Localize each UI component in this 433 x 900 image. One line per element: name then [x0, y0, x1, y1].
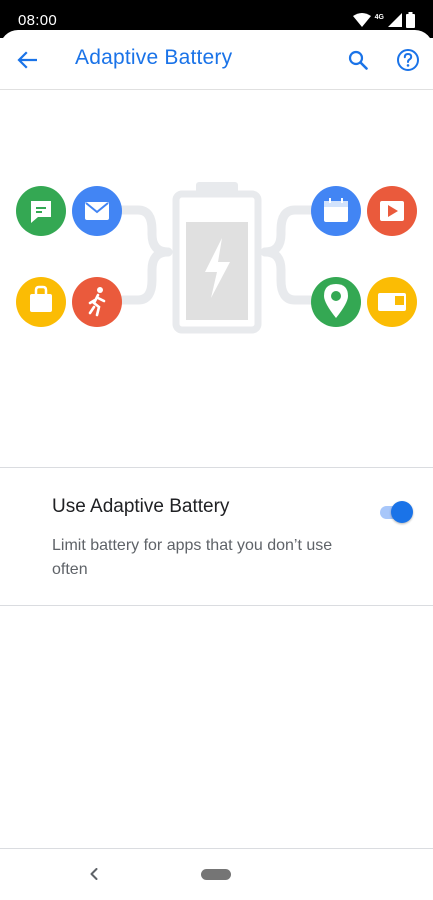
back-arrow-icon: [17, 51, 37, 69]
setting-title: Use Adaptive Battery: [52, 496, 230, 517]
search-icon: [348, 50, 368, 70]
setting-summary: Limit battery for apps that you don’t us…: [52, 537, 333, 578]
ticket-icon: [367, 277, 417, 327]
app-bar: Adaptive Battery: [0, 30, 433, 90]
help-icon: [397, 49, 419, 71]
calendar-icon: [311, 186, 361, 236]
battery-icon: [406, 12, 415, 28]
network-type-label: 4G: [374, 13, 384, 21]
wifi-icon: [352, 13, 371, 27]
back-button[interactable]: [14, 47, 40, 73]
maps-icon: [311, 277, 361, 327]
adaptive-battery-setting[interactable]: Use Adaptive Battery Limit battery for a…: [0, 468, 433, 606]
fitness-icon: [72, 277, 122, 327]
home-pill[interactable]: [201, 869, 231, 880]
nav-back-button[interactable]: [86, 865, 102, 883]
nav-back-icon: [90, 868, 98, 880]
cellular-signal-icon: [388, 13, 402, 27]
battery-charging-icon: [172, 182, 262, 334]
messages-icon: [16, 186, 66, 236]
status-icons: 4G: [352, 11, 415, 29]
section-divider-bottom: [0, 605, 433, 606]
search-button[interactable]: [344, 46, 372, 74]
help-button[interactable]: [394, 46, 422, 74]
video-play-icon: [367, 186, 417, 236]
toggle-thumb: [391, 501, 413, 523]
email-icon: [72, 186, 122, 236]
shopping-bag-icon: [16, 277, 66, 327]
adaptive-battery-illustration: [0, 170, 433, 340]
status-time: 08:00: [18, 12, 58, 29]
page-title: Adaptive Battery: [75, 46, 233, 69]
adaptive-battery-toggle[interactable]: [378, 501, 414, 523]
navigation-bar: [0, 848, 433, 900]
